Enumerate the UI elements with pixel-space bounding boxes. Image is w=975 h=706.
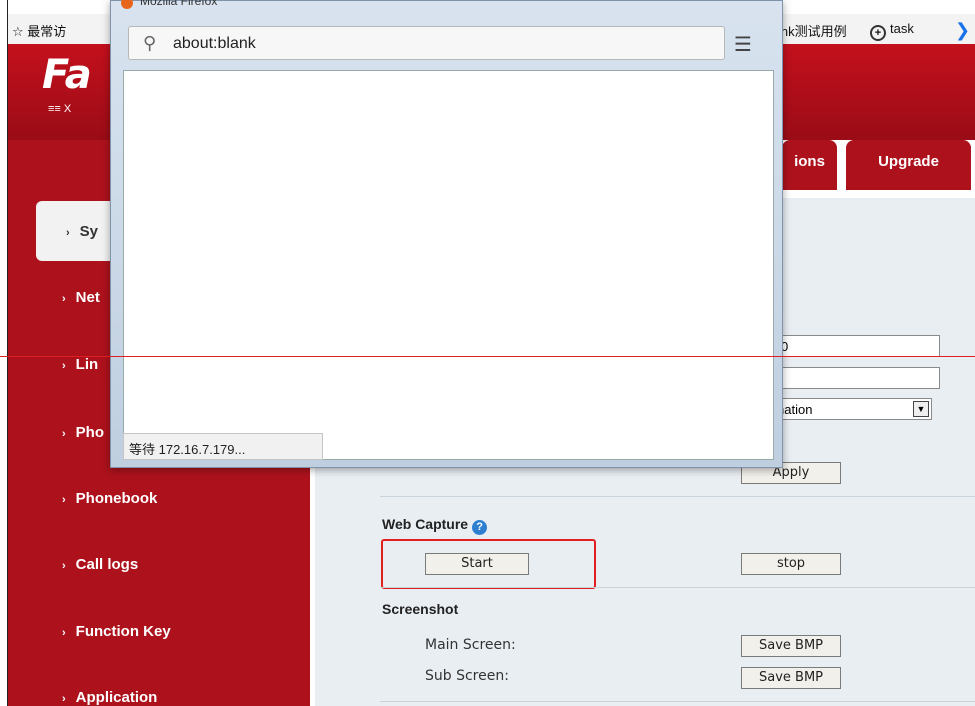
status-text: 等待 172.16.7.179...: [123, 433, 323, 460]
tab-operations[interactable]: ions: [782, 140, 837, 190]
help-icon[interactable]: ?: [472, 520, 488, 535]
brand-logo: Fa: [42, 52, 92, 98]
sidebar-item-call-logs[interactable]: › Call logs: [62, 556, 332, 573]
popup-viewport: [123, 70, 774, 460]
sidebar-item-function-key[interactable]: › Function Key: [62, 623, 332, 640]
chevron-right-icon: ›: [62, 428, 66, 440]
chevron-right-icon: ›: [66, 227, 70, 239]
divider: [380, 496, 975, 497]
search-icon: ⚲: [143, 33, 157, 53]
hamburger-menu-icon[interactable]: ☰: [734, 32, 752, 57]
main-screen-label: Main Screen:: [425, 637, 516, 653]
chevron-right-icon: ›: [62, 627, 66, 639]
bookmark-task[interactable]: + task: [870, 21, 914, 41]
address-url[interactable]: about:blank: [173, 35, 256, 53]
chevron-right-icon: ›: [62, 494, 66, 506]
screenshot-title: Screenshot: [382, 601, 459, 617]
config-input-1[interactable]: 0: [776, 335, 940, 357]
highlight-box: [381, 539, 596, 589]
chevron-down-icon: ▼: [913, 401, 929, 417]
logo-subtitle: ≡≡ X: [48, 103, 72, 115]
sidebar-item-phonebook[interactable]: › Phonebook: [62, 490, 332, 507]
window-edge: [0, 0, 8, 706]
popup-title: Mozilla Firefox: [140, 0, 218, 8]
chevron-right-icon: ›: [62, 693, 66, 705]
red-guide-line: [0, 356, 975, 357]
chevron-right-icon: ›: [62, 360, 66, 372]
web-capture-title: Web Capture?: [382, 516, 488, 535]
task-icon: +: [870, 25, 886, 41]
config-input-2[interactable]: [776, 367, 940, 389]
page: ☆ 最常访 ink测试用例 + task ❯ Fa ≡≡ X ions Upgra…: [0, 0, 975, 706]
config-select[interactable]: nation ▼: [776, 398, 932, 420]
chevron-right-icon[interactable]: ❯: [955, 20, 970, 41]
sub-screen-label: Sub Screen:: [425, 668, 509, 684]
stop-capture-button[interactable]: stop: [741, 553, 841, 575]
save-sub-screen-button[interactable]: Save BMP: [741, 667, 841, 689]
chevron-right-icon: ›: [62, 293, 66, 305]
sidebar-item-application[interactable]: › Application: [62, 689, 332, 706]
chevron-right-icon: ›: [62, 560, 66, 572]
bookmark-most-visited[interactable]: ☆ 最常访: [12, 21, 66, 40]
save-main-screen-button[interactable]: Save BMP: [741, 635, 841, 657]
divider: [380, 701, 975, 702]
tab-upgrade[interactable]: Upgrade: [846, 140, 971, 190]
bookmark-test-cases[interactable]: ink测试用例: [778, 21, 847, 40]
address-bar[interactable]: ⚲ about:blank: [128, 26, 725, 60]
divider: [380, 587, 975, 588]
